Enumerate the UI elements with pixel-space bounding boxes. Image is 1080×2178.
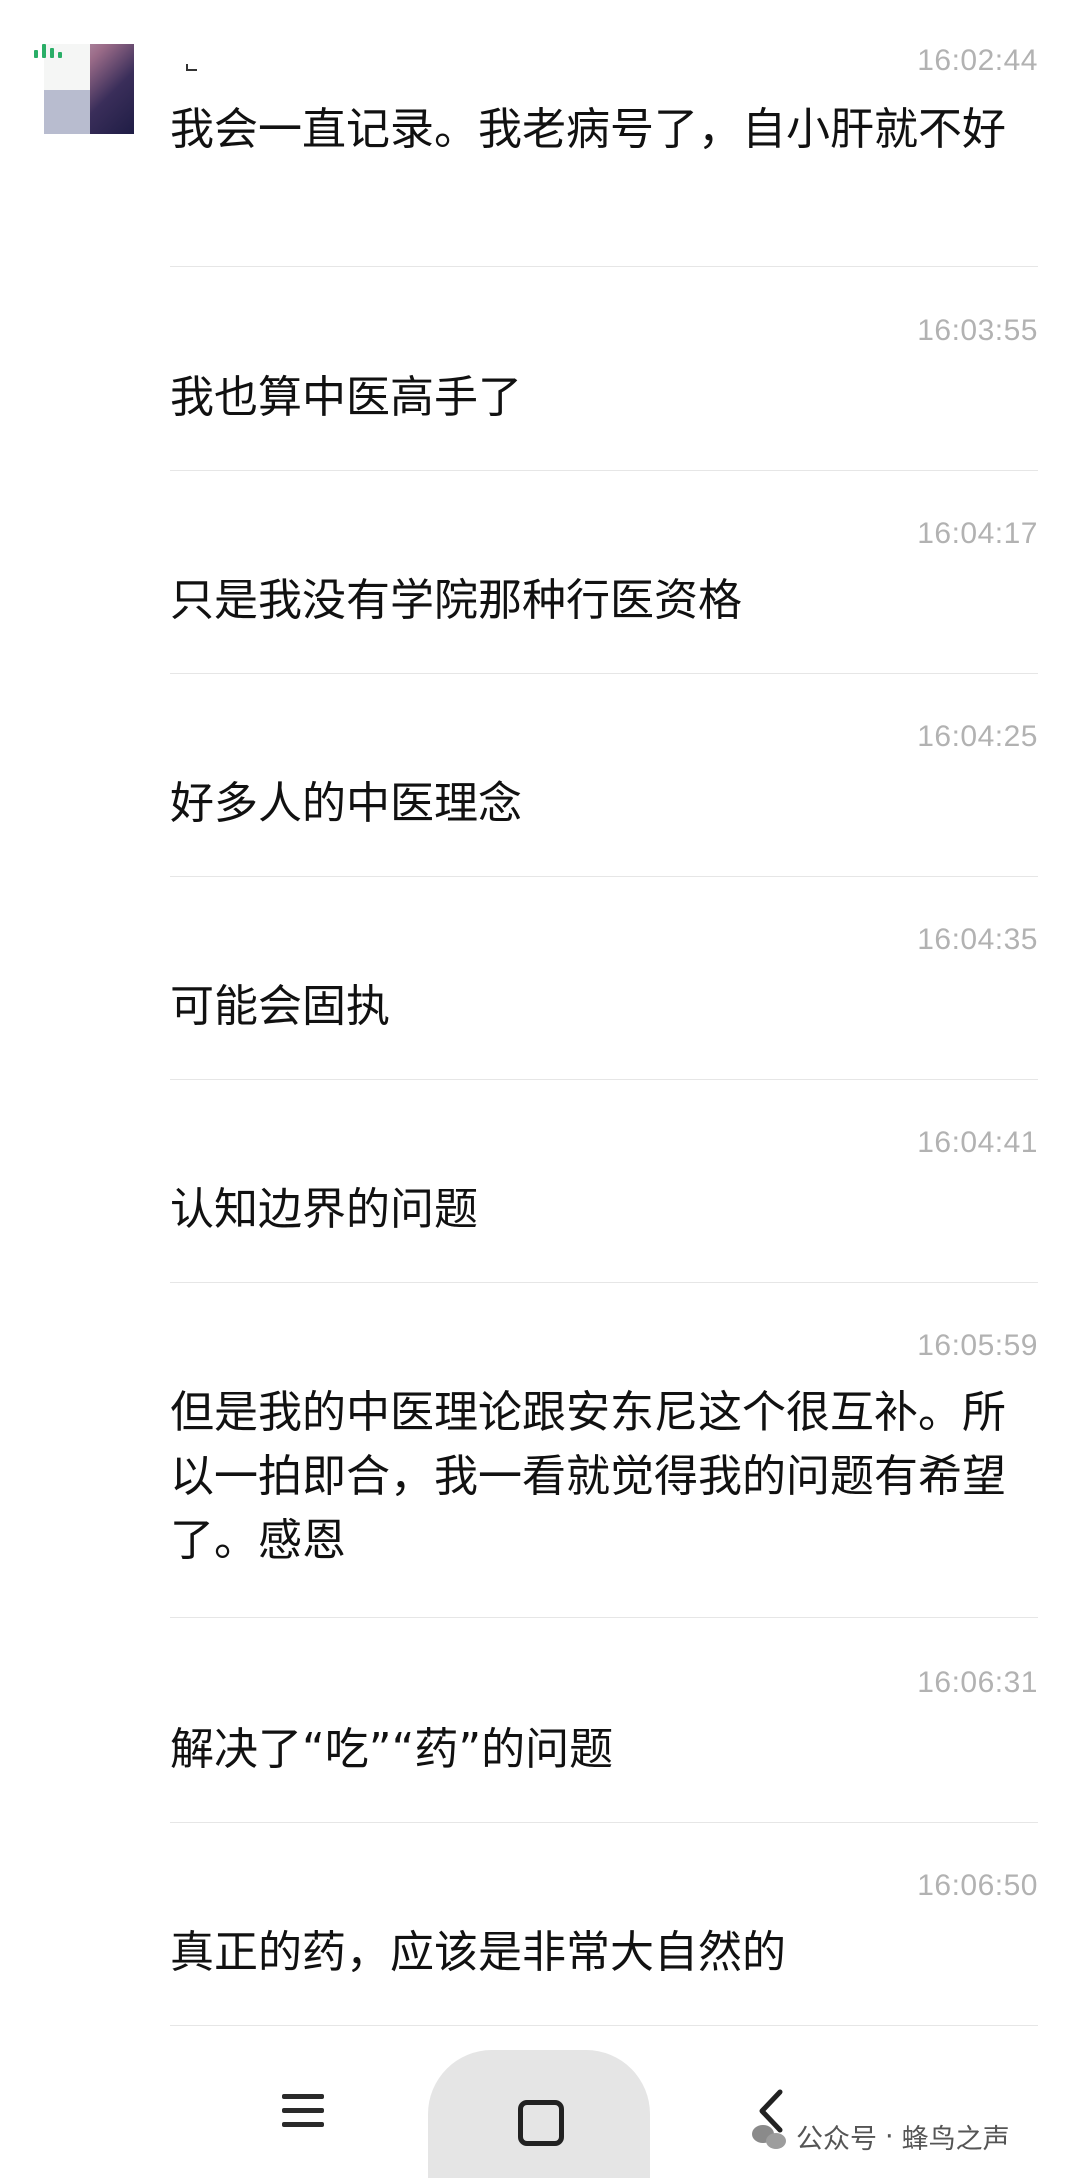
navigation-bar: 公众号 · 蜂鸟之声 xyxy=(0,2028,1080,2178)
divider xyxy=(170,2025,1038,2026)
avatar-tile xyxy=(44,90,90,134)
divider xyxy=(170,470,1038,471)
message-text: 我会一直记录。我老病号了，自小肝就不好 xyxy=(170,104,1006,155)
message-time: 16:04:35 xyxy=(917,923,1038,956)
signal-icon xyxy=(34,42,66,58)
divider xyxy=(170,673,1038,674)
message-text: 好多人的中医理念 xyxy=(170,778,522,829)
message-time: 16:04:17 xyxy=(917,517,1038,550)
message-time: 16:05:59 xyxy=(917,1329,1038,1362)
divider xyxy=(170,266,1038,267)
message-time: 16:03:55 xyxy=(917,314,1038,347)
watermark: 公众号 · 蜂鸟之声 xyxy=(752,2116,1010,2156)
watermark-label: 公众号 xyxy=(796,2123,877,2155)
message-text: 认知边界的问题 xyxy=(170,1184,478,1235)
divider xyxy=(170,876,1038,877)
message-time: 16:06:50 xyxy=(917,1869,1038,1902)
watermark-separator: · xyxy=(885,2120,894,2152)
message-time: 16:04:25 xyxy=(917,720,1038,753)
divider xyxy=(170,1822,1038,1823)
divider xyxy=(170,1617,1038,1618)
home-button[interactable] xyxy=(428,2050,650,2178)
message-text: 我也算中医高手了 xyxy=(170,372,522,423)
message-text: 只是我没有学院那种行医资格 xyxy=(170,575,742,626)
message-text: 真正的药，应该是非常大自然的 xyxy=(170,1927,786,1978)
wechat-icon xyxy=(752,2121,788,2151)
message-time: 16:02:44 xyxy=(917,44,1038,77)
quote-mark xyxy=(186,64,197,71)
watermark-account-name: 蜂鸟之声 xyxy=(901,2123,1010,2155)
message-time: 16:04:41 xyxy=(917,1126,1038,1159)
menu-icon[interactable] xyxy=(282,2094,324,2128)
message-text: 可能会固执 xyxy=(170,981,390,1032)
message-text: 解决了“吃”“药”的问题 xyxy=(170,1724,614,1775)
message-text: 但是我的中医理论跟安东尼这个很互补。所以一拍即合，我一看就觉得我的问题有希望了。… xyxy=(170,1387,1006,1566)
divider xyxy=(170,1079,1038,1080)
home-icon xyxy=(518,2100,564,2146)
divider xyxy=(170,1282,1038,1283)
message-time: 16:06:31 xyxy=(917,1666,1038,1699)
